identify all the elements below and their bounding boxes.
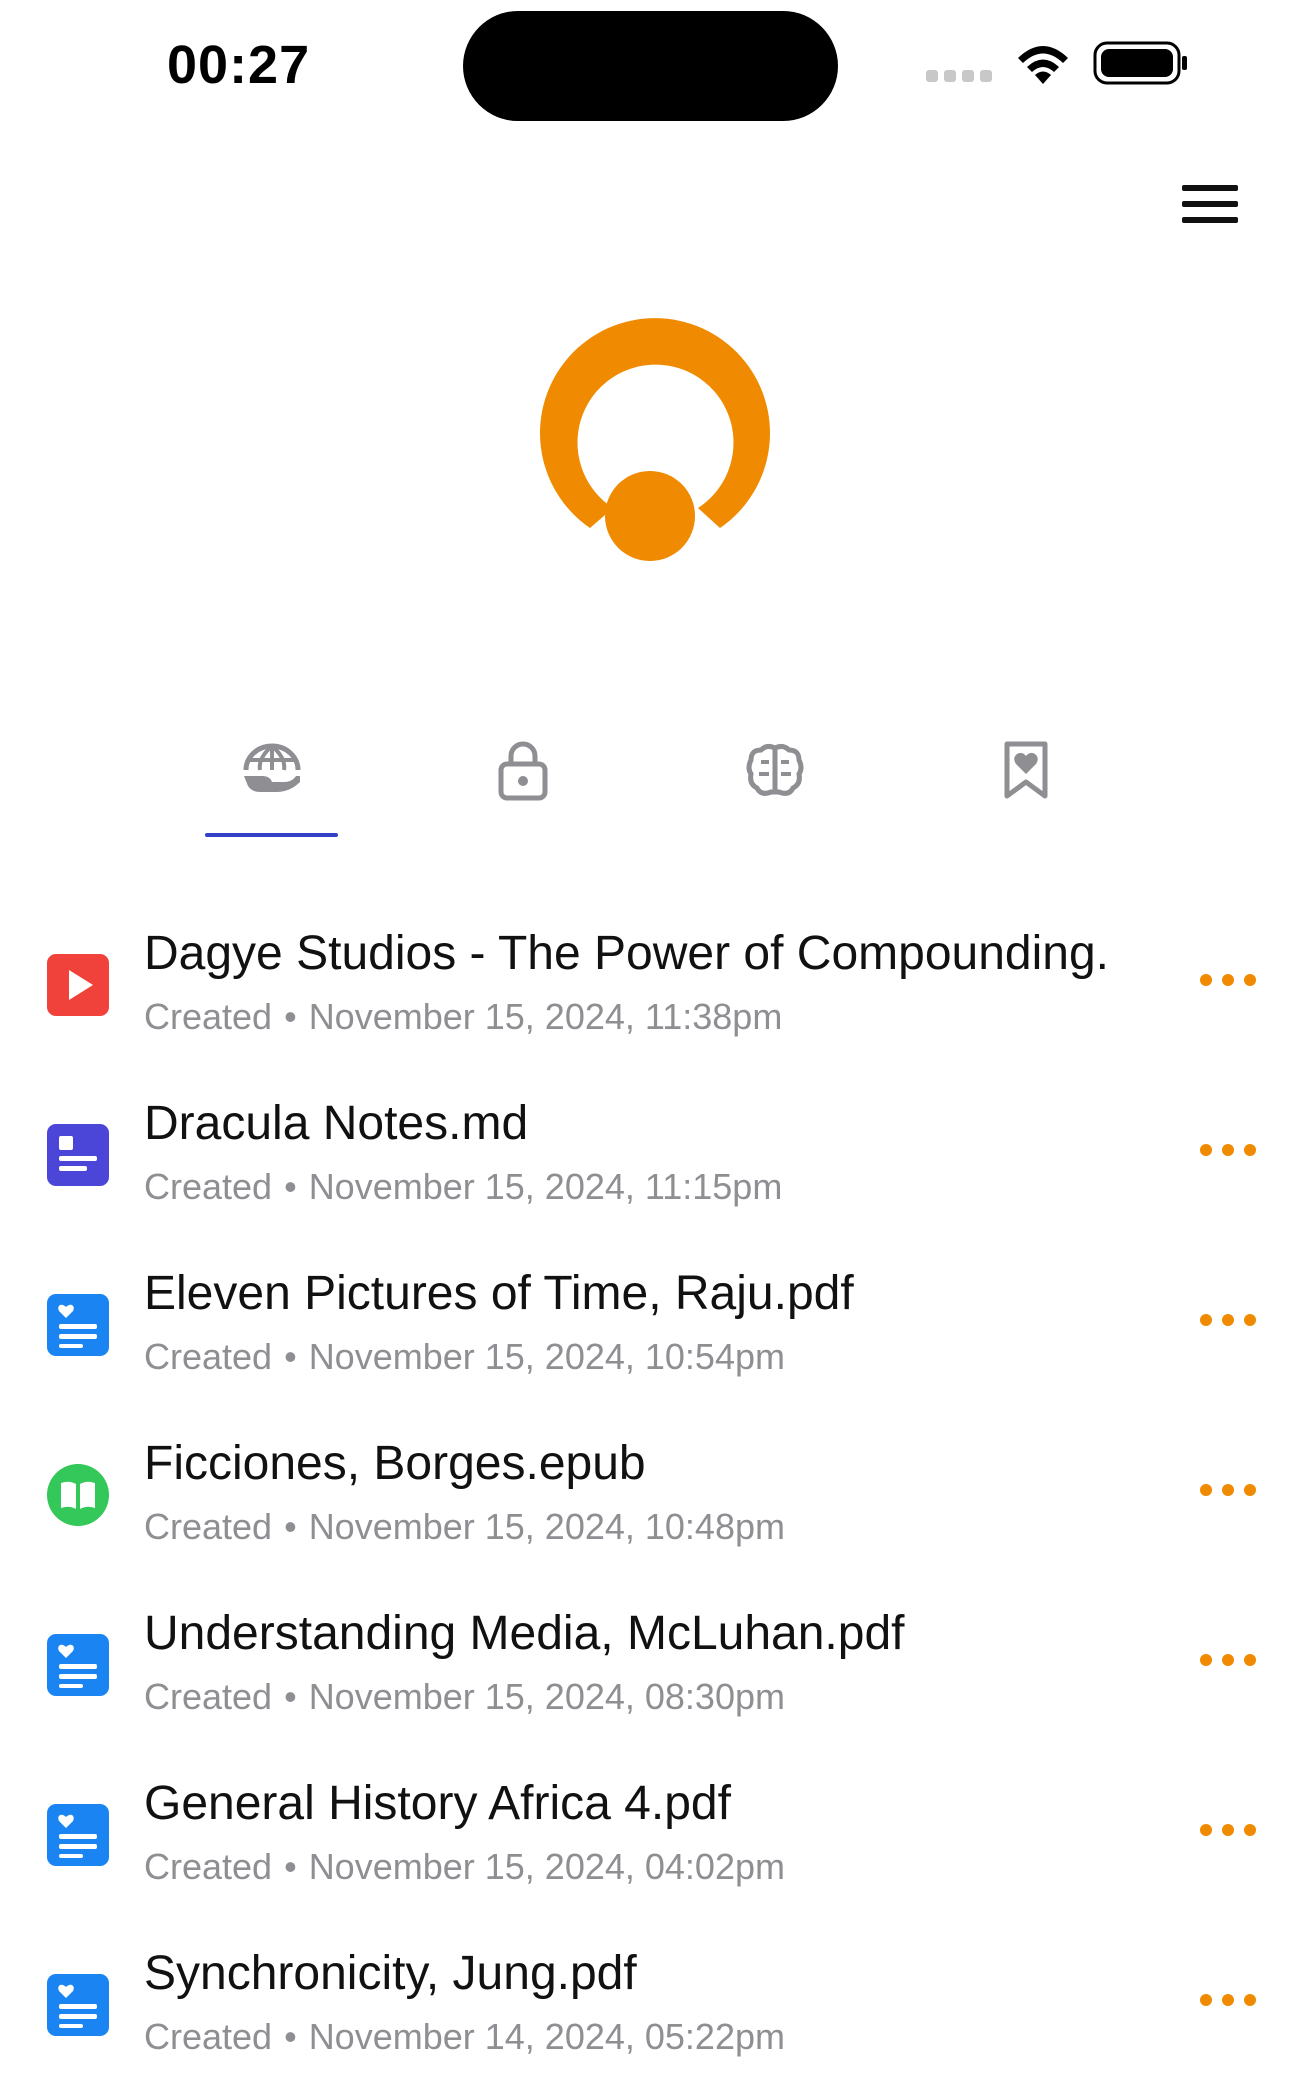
list-item[interactable]: Dracula Notes.md Created • November 15, 20… (0, 1070, 1303, 1240)
file-date: November 15, 2024, 08:30pm (308, 1676, 785, 1717)
file-status: Created (144, 1506, 273, 1547)
tab-private[interactable] (458, 725, 588, 815)
file-date: November 15, 2024, 11:38pm (308, 996, 783, 1037)
wifi-icon (1018, 46, 1068, 84)
more-options-icon[interactable] (1200, 1314, 1256, 1330)
epub-book-icon (47, 1464, 109, 1526)
list-item[interactable]: Ficciones, Borges.epub Created • November … (0, 1410, 1303, 1580)
separator-dot: • (284, 996, 297, 1037)
dynamic-island (463, 11, 838, 121)
tab-memory[interactable] (710, 725, 840, 815)
globe-hand-icon (243, 743, 301, 792)
more-options-icon[interactable] (1200, 1144, 1256, 1160)
file-title: Understanding Media, McLuhan.pdf (144, 1607, 905, 1660)
file-meta: Created • November 15, 2024, 11:15pm (144, 1166, 782, 1208)
file-date: November 15, 2024, 10:48pm (308, 1506, 785, 1547)
more-options-icon[interactable] (1200, 1484, 1256, 1500)
more-options-icon[interactable] (1200, 1994, 1256, 2010)
file-title: Dagye Studios - The Power of Compounding… (144, 927, 1109, 980)
file-title: Eleven Pictures of Time, Raju.pdf (144, 1267, 854, 1320)
separator-dot: • (284, 2016, 297, 2057)
tab-public[interactable] (207, 725, 337, 815)
pdf-file-icon (47, 1974, 109, 2036)
more-options-icon[interactable] (1200, 1654, 1256, 1670)
hamburger-menu-icon[interactable] (1180, 180, 1240, 228)
active-tab-indicator (205, 833, 338, 837)
file-meta: Created • November 15, 2024, 10:48pm (144, 1506, 785, 1548)
file-status: Created (144, 1676, 273, 1717)
file-meta: Created • November 15, 2024, 10:54pm (144, 1336, 785, 1378)
battery-icon (1093, 41, 1187, 85)
file-date: November 15, 2024, 04:02pm (308, 1846, 785, 1887)
file-meta: Created • November 15, 2024, 04:02pm (144, 1846, 785, 1888)
file-status: Created (144, 1336, 273, 1377)
separator-dot: • (284, 1846, 297, 1887)
file-date: November 15, 2024, 10:54pm (308, 1336, 785, 1377)
file-title: General History Africa 4.pdf (144, 1777, 731, 1830)
file-title: Dracula Notes.md (144, 1097, 529, 1150)
file-status: Created (144, 996, 273, 1037)
more-options-icon[interactable] (1200, 1824, 1256, 1840)
pdf-file-icon (47, 1634, 109, 1696)
list-item[interactable]: Dagye Studios - The Power of Compounding… (0, 900, 1303, 1070)
more-options-icon[interactable] (1200, 974, 1256, 990)
tab-saved[interactable] (961, 725, 1091, 815)
separator-dot: • (284, 1336, 297, 1377)
brain-icon (746, 743, 804, 796)
bookmark-heart-icon (1004, 741, 1048, 799)
markdown-file-icon (47, 1124, 109, 1186)
separator-dot: • (284, 1166, 297, 1207)
pdf-file-icon (47, 1804, 109, 1866)
list-item[interactable]: General History Africa 4.pdf Created • Nov… (0, 1750, 1303, 1920)
separator-dot: • (284, 1676, 297, 1717)
video-file-icon (47, 954, 109, 1016)
file-date: November 14, 2024, 05:22pm (308, 2016, 785, 2057)
file-status: Created (144, 1846, 273, 1887)
status-time: 00:27 (167, 35, 311, 95)
file-status: Created (144, 1166, 273, 1207)
file-date: November 15, 2024, 11:15pm (308, 1166, 783, 1207)
file-title: Synchronicity, Jung.pdf (144, 1947, 637, 2000)
file-status: Created (144, 2016, 273, 2057)
category-tabs (0, 725, 1303, 845)
file-meta: Created • November 14, 2024, 05:22pm (144, 2016, 785, 2058)
list-item[interactable]: Eleven Pictures of Time, Raju.pdf Create… (0, 1240, 1303, 1410)
pdf-file-icon (47, 1294, 109, 1356)
list-item[interactable]: Synchronicity, Jung.pdf Created • November… (0, 1920, 1303, 2090)
file-meta: Created • November 15, 2024, 08:30pm (144, 1676, 785, 1718)
file-meta: Created • November 15, 2024, 11:38pm (144, 996, 782, 1038)
separator-dot: • (284, 1506, 297, 1547)
list-item[interactable]: Understanding Media, McLuhan.pdf Created… (0, 1580, 1303, 1750)
lock-icon (498, 741, 548, 801)
cellular-signal-icon (926, 70, 992, 82)
app-logo (540, 318, 770, 561)
status-bar: 00:27 (0, 0, 1303, 130)
file-title: Ficciones, Borges.epub (144, 1437, 646, 1490)
